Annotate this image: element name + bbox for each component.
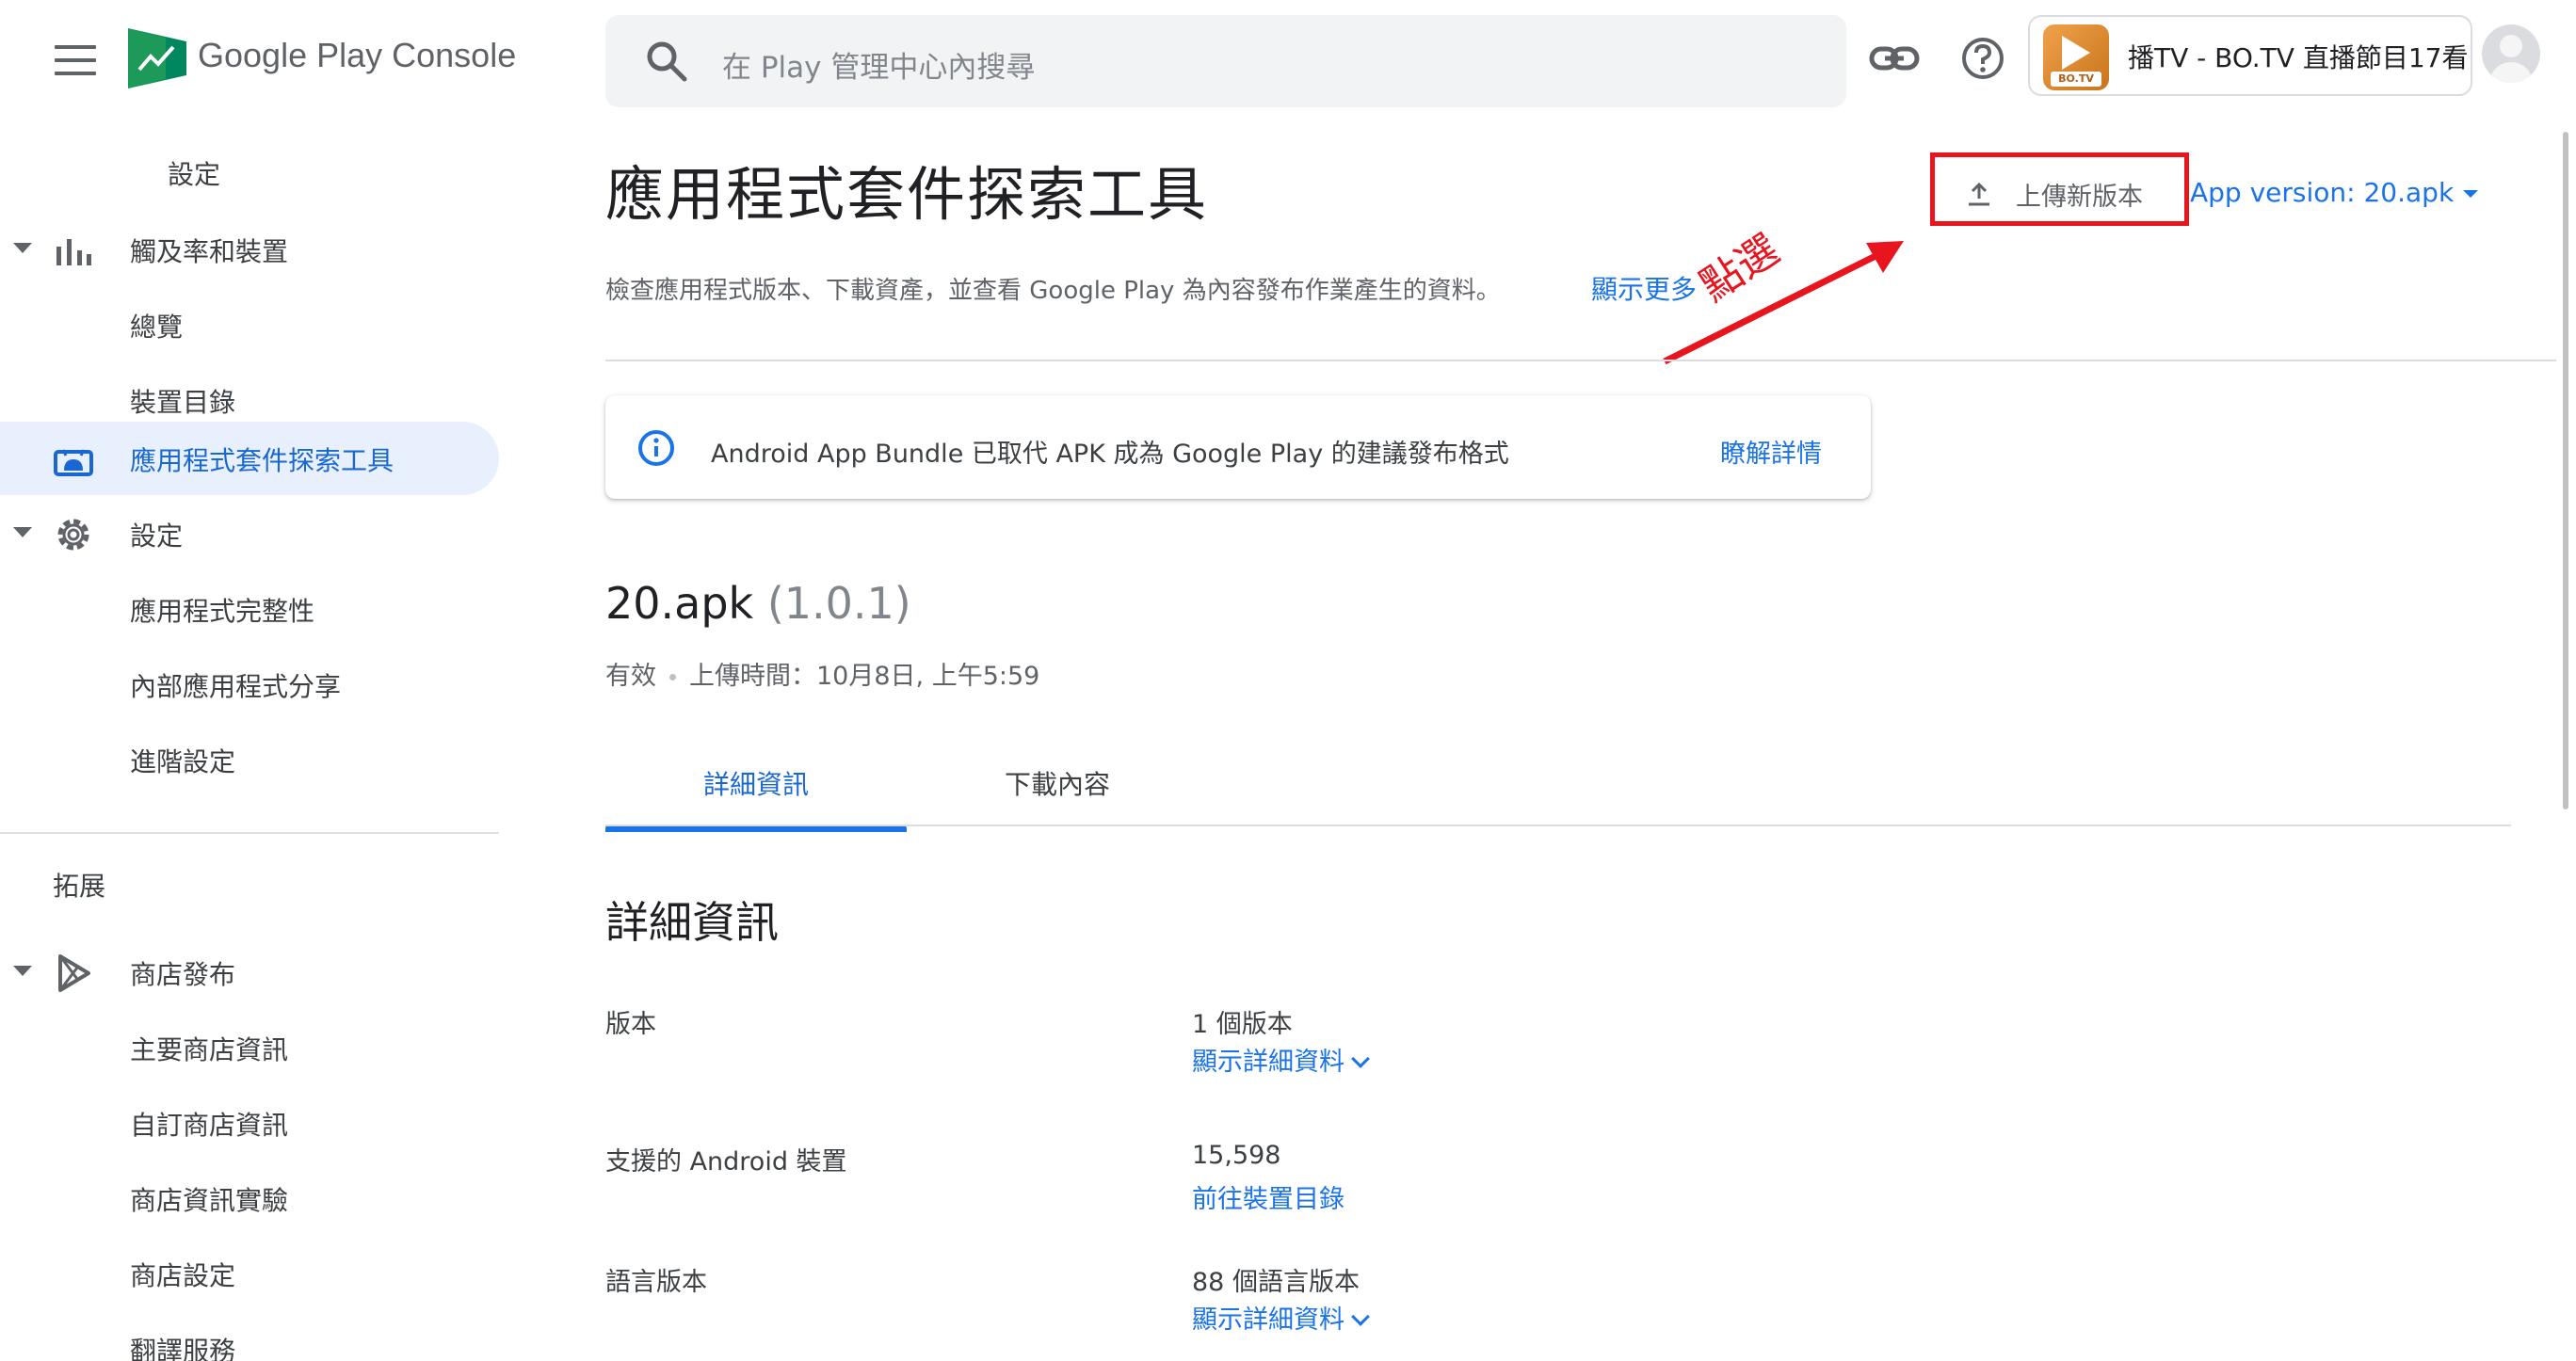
- info-icon: [638, 430, 674, 466]
- sidebar-item-custom-listing[interactable]: 自訂商店資訊: [0, 1086, 499, 1160]
- sidebar-item-bundle-explorer[interactable]: 應用程式套件探索工具: [0, 422, 499, 495]
- page-title: 應用程式套件探索工具: [605, 160, 1209, 229]
- sidebar-item-store-presence[interactable]: 商店發布: [0, 936, 499, 1009]
- sidebar-item-store-settings[interactable]: 商店設定: [0, 1237, 499, 1310]
- app-selector[interactable]: BO.TV 播TV - BO.TV 直播節目17看: [2028, 15, 2472, 96]
- app-icon: BO.TV: [2043, 24, 2109, 90]
- upload-icon: [1969, 182, 1989, 206]
- sidebar-item-internal-sharing[interactable]: 內部應用程式分享: [0, 648, 499, 721]
- sidebar: 設定 觸及率和裝置 總覽 裝置目錄 應用程式套件探索工具 設定 應用程式完整性 …: [0, 113, 508, 1361]
- search-input[interactable]: 在 Play 管理中心內搜尋: [722, 43, 1035, 86]
- sidebar-item-translation[interactable]: 翻譯服務: [0, 1312, 499, 1361]
- apk-status: 有效: [605, 662, 656, 691]
- play-console-logo: [128, 28, 186, 88]
- bar-chart-icon: [56, 239, 91, 265]
- apk-meta: 有效 上傳時間：10月8日, 上午5:59: [605, 655, 1039, 692]
- detail-value-versions: 1 個版本: [1192, 1010, 1293, 1039]
- avatar-icon[interactable]: [2482, 24, 2540, 83]
- detail-value-languages: 88 個語言版本: [1192, 1268, 1360, 1297]
- page-description: 檢查應用程式版本、下載資產，並查看 Google Play 為內容發布作業產生的…: [605, 277, 1501, 305]
- sidebar-item-reach-devices[interactable]: 觸及率和裝置: [0, 213, 499, 286]
- caret-down-icon: [2463, 190, 2479, 198]
- caret-down-icon[interactable]: [13, 527, 32, 537]
- help-icon[interactable]: [1960, 36, 2005, 81]
- info-banner: Android App Bundle 已取代 APK 成為 Google Pla…: [605, 395, 1871, 499]
- sidebar-item-main-listing[interactable]: 主要商店資訊: [0, 1011, 499, 1084]
- app-name: 播TV - BO.TV 直播節目17看: [2128, 42, 2469, 73]
- learn-more-link[interactable]: 瞭解詳情: [1720, 433, 1822, 470]
- detail-key-languages: 語言版本: [605, 1268, 707, 1297]
- detail-value-devices: 15,598: [1192, 1141, 1281, 1170]
- gear-icon: [57, 519, 89, 551]
- sidebar-item-settings[interactable]: 設定: [0, 497, 499, 570]
- tab-downloads[interactable]: 下載內容: [907, 764, 1208, 826]
- caret-down-icon[interactable]: [13, 243, 32, 253]
- chevron-down-icon: [1351, 1307, 1370, 1326]
- apk-title: 20.apk (1.0.1): [605, 578, 911, 629]
- sidebar-item-listing-experiments[interactable]: 商店資訊實驗: [0, 1161, 499, 1235]
- search-icon: [647, 41, 687, 82]
- chevron-down-icon: [1351, 1049, 1370, 1068]
- brand-name[interactable]: Google Play Console: [198, 36, 516, 75]
- tabs-divider: [605, 825, 2511, 826]
- app-version-select[interactable]: App version: 20.apk: [2190, 177, 2479, 208]
- caret-down-icon[interactable]: [13, 966, 32, 976]
- sidebar-item-overview[interactable]: 總覽: [0, 288, 499, 361]
- header-divider: [605, 360, 2556, 361]
- sidebar-divider: [0, 832, 499, 834]
- separator-dot: [669, 674, 676, 680]
- section-title: 詳細資訊: [605, 897, 779, 948]
- menu-icon[interactable]: [55, 45, 96, 75]
- sidebar-item-settings-top[interactable]: 設定: [0, 136, 499, 209]
- upload-new-version-button[interactable]: 上傳新版本: [1930, 152, 2189, 226]
- search-bar[interactable]: 在 Play 管理中心內搜尋: [605, 15, 1846, 107]
- android-icon: [54, 449, 93, 476]
- detail-key-devices: 支援的 Android 裝置: [605, 1147, 847, 1177]
- show-details-link[interactable]: 顯示詳細資料: [1192, 1299, 1370, 1336]
- sidebar-item-advanced-settings[interactable]: 進階設定: [0, 723, 499, 796]
- apk-upload-time: 上傳時間：10月8日, 上午5:59: [689, 662, 1040, 691]
- link-icon[interactable]: [1868, 36, 1921, 81]
- show-details-link[interactable]: 顯示詳細資料: [1192, 1041, 1370, 1078]
- detail-key-versions: 版本: [605, 1010, 656, 1039]
- info-banner-text: Android App Bundle 已取代 APK 成為 Google Pla…: [711, 440, 1509, 469]
- device-catalog-link[interactable]: 前往裝置目錄: [1192, 1178, 1344, 1215]
- sidebar-item-app-integrity[interactable]: 應用程式完整性: [0, 572, 499, 646]
- tab-details[interactable]: 詳細資訊: [605, 764, 907, 832]
- scrollbar[interactable]: [2563, 132, 2568, 809]
- play-triangle-icon: [58, 954, 90, 992]
- sidebar-section-grow: 拓展: [53, 871, 106, 902]
